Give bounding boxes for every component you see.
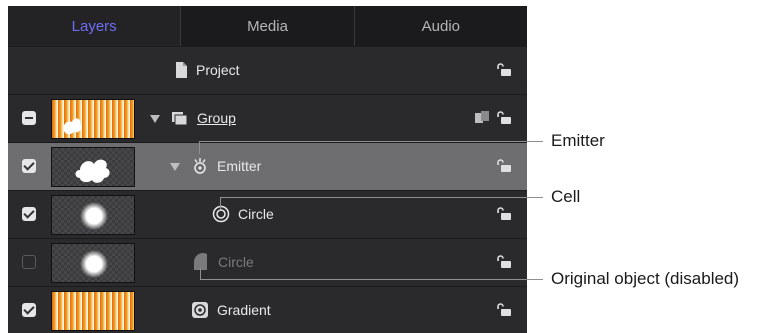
layer-label-gradient: Gradient — [217, 302, 271, 318]
isolate-icon[interactable] — [474, 110, 490, 126]
callout-original: Original object (disabled) — [551, 269, 740, 288]
tab-audio[interactable]: Audio — [355, 6, 527, 46]
layer-checkbox-emitter[interactable] — [22, 159, 36, 173]
unlocked-icon[interactable] — [496, 111, 512, 125]
callout-cell: Cell — [551, 187, 581, 206]
unlocked-icon[interactable] — [496, 159, 512, 173]
disclosure-triangle-group[interactable] — [150, 115, 160, 123]
layers-panel: Layers Media Audio Project Group Emitter… — [8, 6, 527, 333]
layer-label-group: Group — [197, 110, 236, 126]
white-shape-thumbnail — [63, 118, 82, 135]
layer-row-project[interactable]: Project — [8, 46, 527, 95]
layer-label-project: Project — [196, 62, 240, 78]
generator-icon — [192, 302, 208, 318]
layer-label-emitter: Emitter — [217, 158, 262, 174]
layer-thumbnail-original — [51, 243, 135, 283]
layer-label-original: Circle — [218, 254, 254, 270]
document-icon — [176, 62, 187, 78]
unlocked-icon[interactable] — [496, 207, 512, 221]
layer-row-gradient[interactable]: Gradient — [8, 286, 527, 333]
tab-bar: Layers Media Audio — [8, 6, 527, 46]
layer-thumbnail-group — [51, 99, 135, 139]
callout-emitter: Emitter — [551, 131, 605, 150]
callout-line-cell-horizontal — [220, 197, 543, 198]
layer-checkbox-original[interactable] — [22, 255, 36, 269]
layer-checkbox-gradient[interactable] — [22, 303, 36, 317]
layer-checkbox-group[interactable] — [22, 111, 36, 125]
blurred-dot-thumbnail — [80, 202, 108, 230]
shape-icon — [194, 253, 207, 270]
layer-label-cell: Circle — [238, 206, 274, 222]
layer-checkbox-cell[interactable] — [22, 207, 36, 221]
layer-thumbnail-gradient — [51, 291, 135, 331]
tab-media[interactable]: Media — [181, 6, 355, 46]
unlocked-icon[interactable] — [496, 63, 512, 77]
callout-line-cell-vertical — [220, 197, 221, 209]
particle-cell-icon — [212, 205, 230, 223]
callout-line-emitter-horizontal — [199, 141, 543, 142]
layer-thumbnail-emitter — [51, 147, 135, 187]
emitter-icon — [194, 158, 206, 174]
unlocked-icon[interactable] — [496, 303, 512, 317]
tab-layers[interactable]: Layers — [8, 6, 182, 46]
callout-line-original-horizontal — [200, 279, 543, 280]
group-icon — [172, 112, 188, 126]
disclosure-triangle-emitter[interactable] — [170, 163, 180, 171]
layer-row-group[interactable]: Group — [8, 94, 527, 143]
layer-row-emitter[interactable]: Emitter — [8, 142, 527, 191]
cloud-shape-thumbnail — [75, 159, 110, 183]
blurred-dot-thumbnail — [80, 250, 108, 278]
callout-line-emitter-vertical — [199, 141, 200, 154]
layer-thumbnail-cell — [51, 195, 135, 235]
unlocked-icon[interactable] — [496, 255, 512, 269]
